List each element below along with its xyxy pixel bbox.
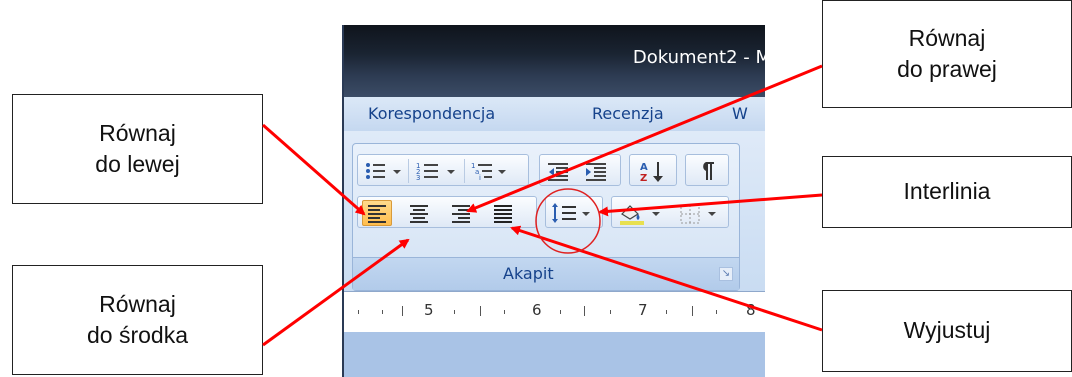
ruler-tick [560,310,561,314]
ribbon-tabs: Korespondencja Recenzja W [344,97,765,131]
ruler-tick [666,310,667,314]
callout-text: Równaj [908,24,986,51]
sort-button[interactable]: A Z [638,158,668,184]
separator [408,159,409,183]
align-right-icon [452,205,470,223]
tab-recenzja[interactable]: Recenzja [592,104,664,123]
pilcrow-icon [703,162,714,180]
ruler-tick [584,306,585,316]
ruler-tick [610,310,611,314]
align-center-icon [410,205,428,223]
bullets-icon [366,163,401,179]
shading-button[interactable] [616,200,670,226]
callout-text: Równaj [99,119,176,146]
ruler-tick [692,306,693,316]
ruler-tick [358,310,359,314]
sort-group: A Z [629,154,677,186]
align-left-icon [368,205,386,223]
numbering-button[interactable]: 1 2 3 [414,158,455,184]
multilevel-list-button[interactable]: 1 a i [470,158,506,184]
sort-icon: A Z [640,162,663,184]
group-label: Akapit [503,264,554,283]
increase-indent-button[interactable] [582,158,612,184]
document-area[interactable] [344,332,765,377]
horizontal-ruler[interactable]: 5 6 7 8 [344,291,765,333]
align-right-button[interactable] [446,200,476,226]
justify-button[interactable] [488,200,518,226]
separator [464,159,465,183]
shading-borders-group [611,196,729,228]
callout-text: Interlinia [903,178,991,205]
line-spacing-icon [552,203,590,223]
show-marks-button[interactable] [692,158,722,184]
justify-icon [494,205,512,223]
svg-text:Z: Z [640,173,647,184]
ruler-tick [402,306,403,316]
tab-korespondencja[interactable]: Korespondencja [368,104,495,123]
title-bar: Dokument2 - M [344,25,765,97]
paragraph-group-footer: Akapit ↘ [353,257,739,290]
callout-text: do środka [86,322,188,348]
dialog-launcher-icon[interactable]: ↘ [719,267,733,281]
tab-widok[interactable]: W [732,104,748,123]
window-title: Dokument2 - M [632,47,765,68]
borders-button[interactable] [676,200,726,226]
line-spacing-group [545,196,603,228]
borders-icon [680,204,716,224]
callout-align-left: Równaj do lewej [12,94,263,204]
ruler-number: 8 [746,301,756,319]
numbering-icon: 1 2 3 [416,162,455,182]
ruler-tick [504,310,505,314]
callout-align-center: Równaj do środka [12,265,263,375]
ruler-number: 6 [532,301,542,319]
callout-line-spacing: Interlinia [822,156,1072,228]
align-center-button[interactable] [404,200,434,226]
callout-text: Równaj [99,290,176,317]
increase-indent-icon [586,163,606,181]
callout-justify: Wyjustuj [822,290,1072,372]
callout-align-right: Równaj do prawej [822,0,1072,108]
ruler-tick [716,310,717,314]
ribbon-body: 1 2 3 1 a i A Z Akapit ↘ [344,131,765,291]
line-spacing-button[interactable] [550,200,598,226]
ruler-tick [454,310,455,314]
bullets-button[interactable] [362,158,401,184]
alignment-buttons [357,196,537,228]
ruler-tick [382,310,383,314]
callout-text: do lewej [95,151,180,177]
ruler-tick [480,306,481,316]
svg-text:A: A [640,162,648,173]
decrease-indent-button[interactable] [544,158,574,184]
paragraph-group: 1 2 3 1 a i A Z Akapit ↘ [352,143,740,291]
callout-text: do prawej [897,56,997,82]
multilevel-list-icon: 1 a i [471,162,506,182]
word-window: Dokument2 - M Korespondencja Recenzja W [342,25,765,377]
ruler-number: 7 [638,301,648,319]
svg-text:i: i [479,174,481,182]
list-buttons: 1 2 3 1 a i [357,154,529,186]
ruler-number: 5 [424,301,434,319]
shading-icon [620,205,660,225]
show-marks-group [685,154,729,186]
decrease-indent-icon [548,163,568,181]
align-left-button[interactable] [362,200,392,226]
indent-buttons [539,154,621,186]
svg-text:3: 3 [416,174,420,182]
callout-text: Wyjustuj [903,317,991,344]
